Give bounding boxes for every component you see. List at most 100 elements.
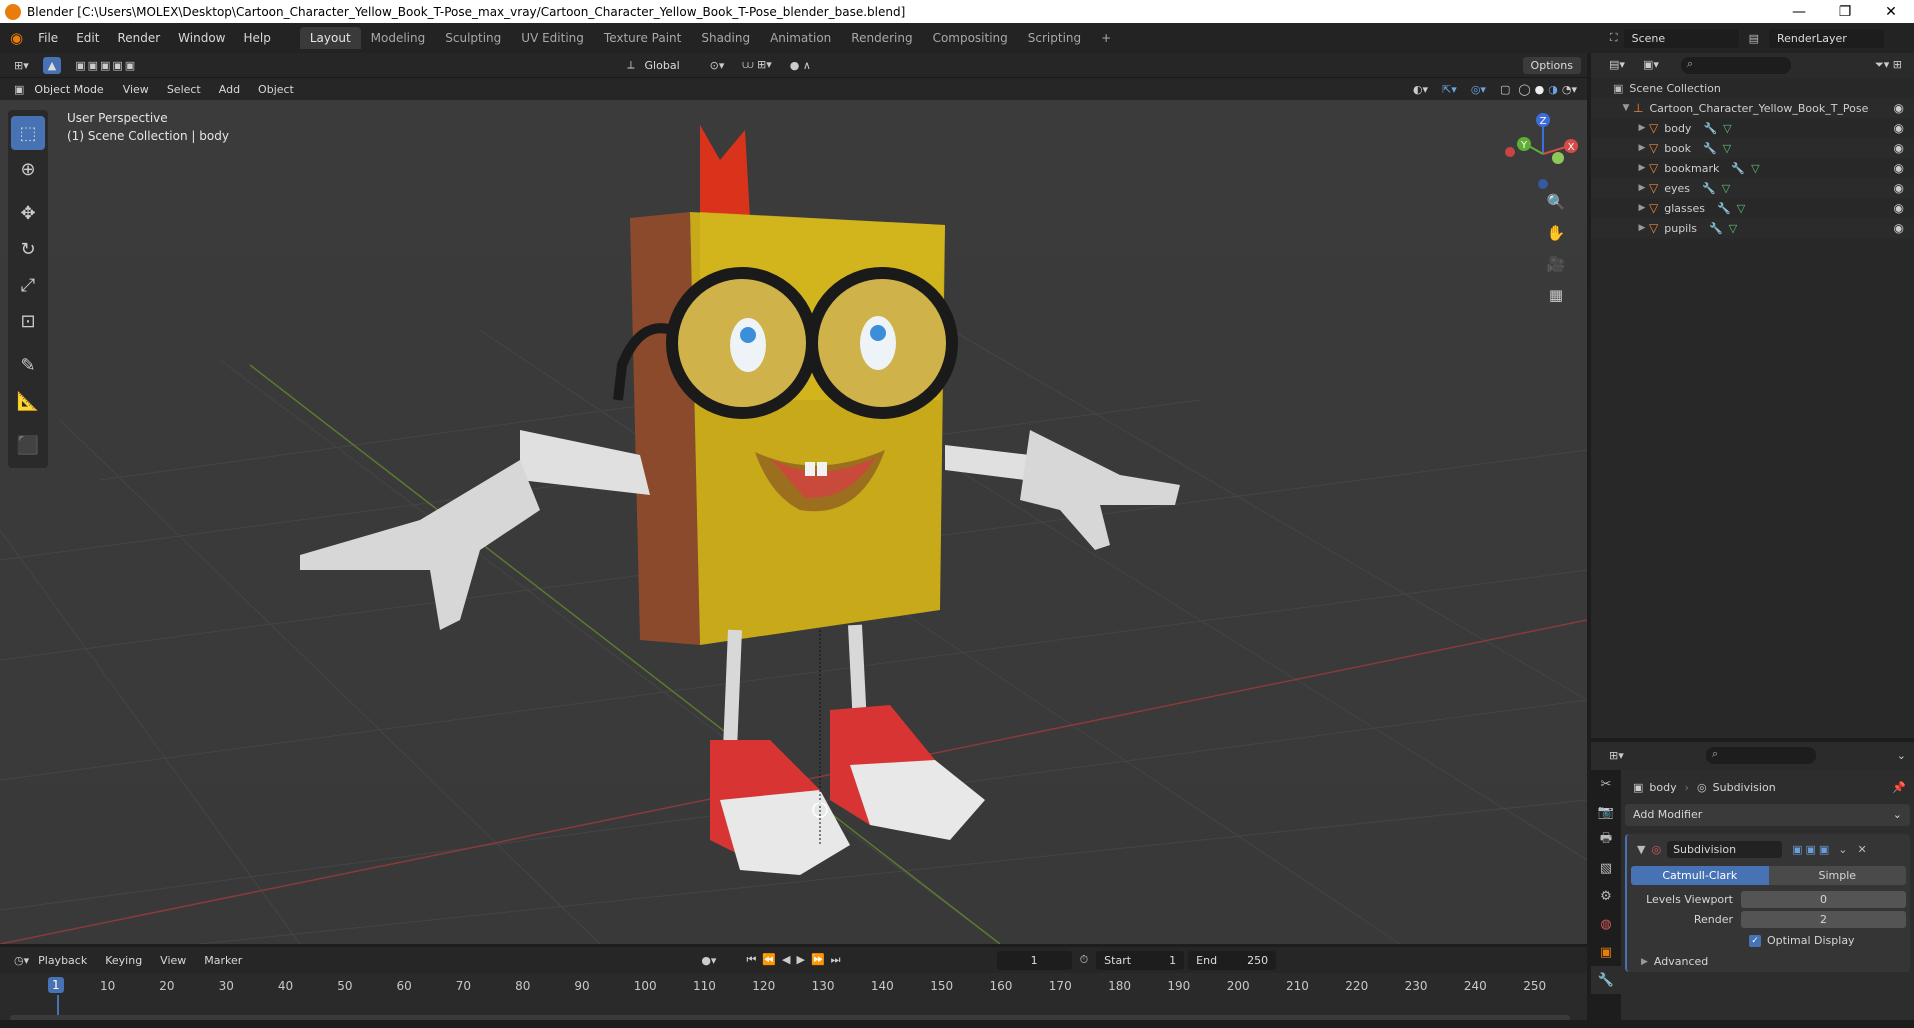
playhead[interactable]: 1 bbox=[48, 977, 64, 993]
output-tab-icon[interactable]: 🖶 bbox=[1591, 826, 1621, 854]
select-tool-icon[interactable]: ⬚ bbox=[11, 116, 45, 150]
tab-layout[interactable]: Layout bbox=[299, 27, 361, 49]
catmull-clark-button[interactable]: Catmull-Clark bbox=[1631, 866, 1769, 885]
scene-icon[interactable]: ⛶ bbox=[1610, 31, 1618, 45]
menu-select[interactable]: Select bbox=[158, 83, 210, 96]
add-cube-tool-icon[interactable]: ⬛ bbox=[11, 428, 45, 462]
scene-tab-icon[interactable]: ⚙ bbox=[1591, 882, 1621, 910]
levels-viewport-field[interactable]: 0 bbox=[1741, 891, 1906, 908]
playback-controls-icons[interactable]: ⏮⏪◀▶⏩⏭ bbox=[746, 953, 846, 967]
modifier-icon[interactable]: 🔧 bbox=[1717, 202, 1731, 215]
xray-icon[interactable]: ▢ bbox=[1500, 83, 1510, 96]
filter-icon[interactable]: ⏷▾ ⊞ bbox=[1875, 58, 1902, 72]
menu-help[interactable]: Help bbox=[235, 31, 280, 45]
blender-menu-icon[interactable]: ◉ bbox=[10, 29, 23, 47]
object-tab-icon[interactable]: ▣ bbox=[1591, 938, 1621, 966]
minimize-button[interactable]: — bbox=[1776, 4, 1822, 20]
modifier-icon[interactable]: 🔧 bbox=[1731, 162, 1745, 175]
modifier-visibility-icons[interactable]: ▣▣▣ bbox=[1792, 843, 1832, 856]
record-icon[interactable]: ●▾ bbox=[701, 954, 716, 967]
options-chevron-icon[interactable]: ⌄ bbox=[1897, 749, 1906, 762]
eye-icon[interactable]: ◉ bbox=[1894, 121, 1904, 135]
snap-icon[interactable]: ⩊ ⊞▾ bbox=[742, 58, 771, 72]
outliner-editor-icon[interactable]: ▤▾ bbox=[1609, 58, 1625, 71]
wireframe-shading-icon[interactable]: ◯ bbox=[1518, 83, 1530, 96]
maximize-button[interactable]: ❐ bbox=[1822, 4, 1868, 20]
outliner-item-glasses[interactable]: ▶ ▽ glasses 🔧 ▽ ◉ bbox=[1591, 198, 1914, 218]
expand-icon[interactable]: ▶ bbox=[1635, 183, 1649, 193]
mesh-data-icon[interactable]: ▽ bbox=[1751, 162, 1759, 175]
menu-marker[interactable]: Marker bbox=[195, 954, 251, 967]
solid-shading-icon[interactable]: ● bbox=[1535, 83, 1545, 96]
menu-timeline-view[interactable]: View bbox=[151, 954, 195, 967]
rendered-shading-icon[interactable]: ◔▾ bbox=[1562, 83, 1577, 96]
ortho-grid-icon[interactable]: ▦ bbox=[1542, 281, 1570, 309]
visibility-icon[interactable]: ◐▾ bbox=[1413, 83, 1428, 96]
editor-type-icon[interactable]: ⊞▾ bbox=[14, 59, 29, 72]
expand-icon[interactable]: ▼ bbox=[1619, 103, 1633, 113]
overlay-toggle-icon[interactable]: ◎▾ bbox=[1471, 83, 1486, 96]
tab-scripting[interactable]: Scripting bbox=[1018, 27, 1091, 49]
gizmo-toggle-icon[interactable]: ⇱▾ bbox=[1442, 83, 1457, 96]
mesh-data-icon[interactable]: ▽ bbox=[1723, 142, 1731, 155]
pin-icon[interactable]: 📌 bbox=[1892, 781, 1906, 794]
tab-modeling[interactable]: Modeling bbox=[361, 27, 436, 49]
eye-icon[interactable]: ◉ bbox=[1894, 161, 1904, 175]
advanced-subpanel[interactable]: ▶ Advanced bbox=[1631, 955, 1906, 968]
camera-view-icon[interactable]: 🎥 bbox=[1542, 250, 1570, 278]
menu-file[interactable]: File bbox=[29, 31, 67, 45]
menu-add[interactable]: Add bbox=[210, 83, 249, 96]
modifier-icon[interactable]: 🔧 bbox=[1702, 182, 1716, 195]
outliner-item-body[interactable]: ▶ ▽ body 🔧 ▽ ◉ bbox=[1591, 118, 1914, 138]
modifier-icon[interactable]: 🔧 bbox=[1703, 142, 1717, 155]
mesh-data-icon[interactable]: ▽ bbox=[1722, 182, 1730, 195]
outliner-item-pupils[interactable]: ▶ ▽ pupils 🔧 ▽ ◉ bbox=[1591, 218, 1914, 238]
properties-search-icon[interactable]: ⌕ bbox=[1706, 747, 1816, 764]
menu-edit[interactable]: Edit bbox=[67, 31, 108, 45]
start-frame-field[interactable]: Start 1 bbox=[1096, 950, 1185, 970]
renderlayer-selector[interactable]: RenderLayer bbox=[1769, 28, 1884, 48]
transform-orientation-select[interactable]: Global bbox=[637, 57, 688, 74]
annotate-tool-icon[interactable]: ✎ bbox=[11, 348, 45, 382]
outliner-row-scene-collection[interactable]: ▣ Scene Collection bbox=[1591, 78, 1914, 98]
clock-icon[interactable]: ◷▾ bbox=[14, 954, 29, 967]
selection-mode-icons[interactable]: ▣▣▣▣▣ bbox=[75, 59, 137, 72]
world-tab-icon[interactable]: ◍ bbox=[1591, 910, 1621, 938]
render-levels-field[interactable]: 2 bbox=[1741, 911, 1906, 928]
proportional-edit-icon[interactable]: ● ∧ bbox=[790, 59, 811, 72]
measure-tool-icon[interactable]: 📐 bbox=[11, 384, 45, 418]
eye-icon[interactable]: ◉ bbox=[1894, 201, 1904, 215]
menu-keying[interactable]: Keying bbox=[96, 954, 151, 967]
eye-icon[interactable]: ◉ bbox=[1894, 101, 1904, 115]
modifier-name-field[interactable]: Subdivision bbox=[1667, 840, 1783, 858]
renderlayer-icon[interactable]: ▤ bbox=[1749, 32, 1759, 45]
current-frame-field[interactable]: 1 bbox=[996, 950, 1072, 970]
3d-viewport[interactable]: Z Y X ⬚ ⊕ ✥ ↻ ⤢ ⊡ ✎ 📐 ⬛ User Perspective… bbox=[0, 100, 1587, 944]
outliner-row-collection[interactable]: ▼ ⊥ Cartoon_Character_Yellow_Book_T_Pose… bbox=[1591, 98, 1914, 118]
render-tab-icon[interactable]: 📷 bbox=[1591, 798, 1621, 826]
menu-playback[interactable]: Playback bbox=[29, 954, 96, 967]
eye-icon[interactable]: ◉ bbox=[1894, 181, 1904, 195]
scene-selector[interactable]: Scene bbox=[1623, 28, 1739, 48]
tool-tab-icon[interactable]: ✂ bbox=[1591, 770, 1621, 798]
simple-button[interactable]: Simple bbox=[1768, 866, 1906, 885]
tab-shading[interactable]: Shading bbox=[691, 27, 760, 49]
expand-icon[interactable]: ▶ bbox=[1635, 163, 1649, 173]
tab-animation[interactable]: Animation bbox=[760, 27, 841, 49]
object-mode-select[interactable]: Object Mode bbox=[26, 81, 111, 98]
tab-sculpting[interactable]: Sculpting bbox=[435, 27, 511, 49]
expand-icon[interactable]: ▶ bbox=[1635, 223, 1649, 233]
optimal-display-checkbox[interactable]: ✓ bbox=[1749, 934, 1761, 947]
outliner-item-bookmark[interactable]: ▶ ▽ bookmark 🔧 ▽ ◉ bbox=[1591, 158, 1914, 178]
material-shading-icon[interactable]: ◑ bbox=[1548, 83, 1558, 96]
outliner-item-book[interactable]: ▶ ▽ book 🔧 ▽ ◉ bbox=[1591, 138, 1914, 158]
menu-object[interactable]: Object bbox=[249, 83, 303, 96]
close-button[interactable]: ✕ bbox=[1868, 4, 1914, 20]
mesh-data-icon[interactable]: ▽ bbox=[1729, 222, 1737, 235]
tab-compositing[interactable]: Compositing bbox=[923, 27, 1018, 49]
outliner-search-icon[interactable]: ⌕ bbox=[1681, 57, 1791, 74]
tab-texture-paint[interactable]: Texture Paint bbox=[594, 27, 691, 49]
menu-window[interactable]: Window bbox=[169, 31, 234, 45]
expand-icon[interactable]: ▶ bbox=[1635, 143, 1649, 153]
pan-hand-icon[interactable]: ✋ bbox=[1542, 219, 1570, 247]
